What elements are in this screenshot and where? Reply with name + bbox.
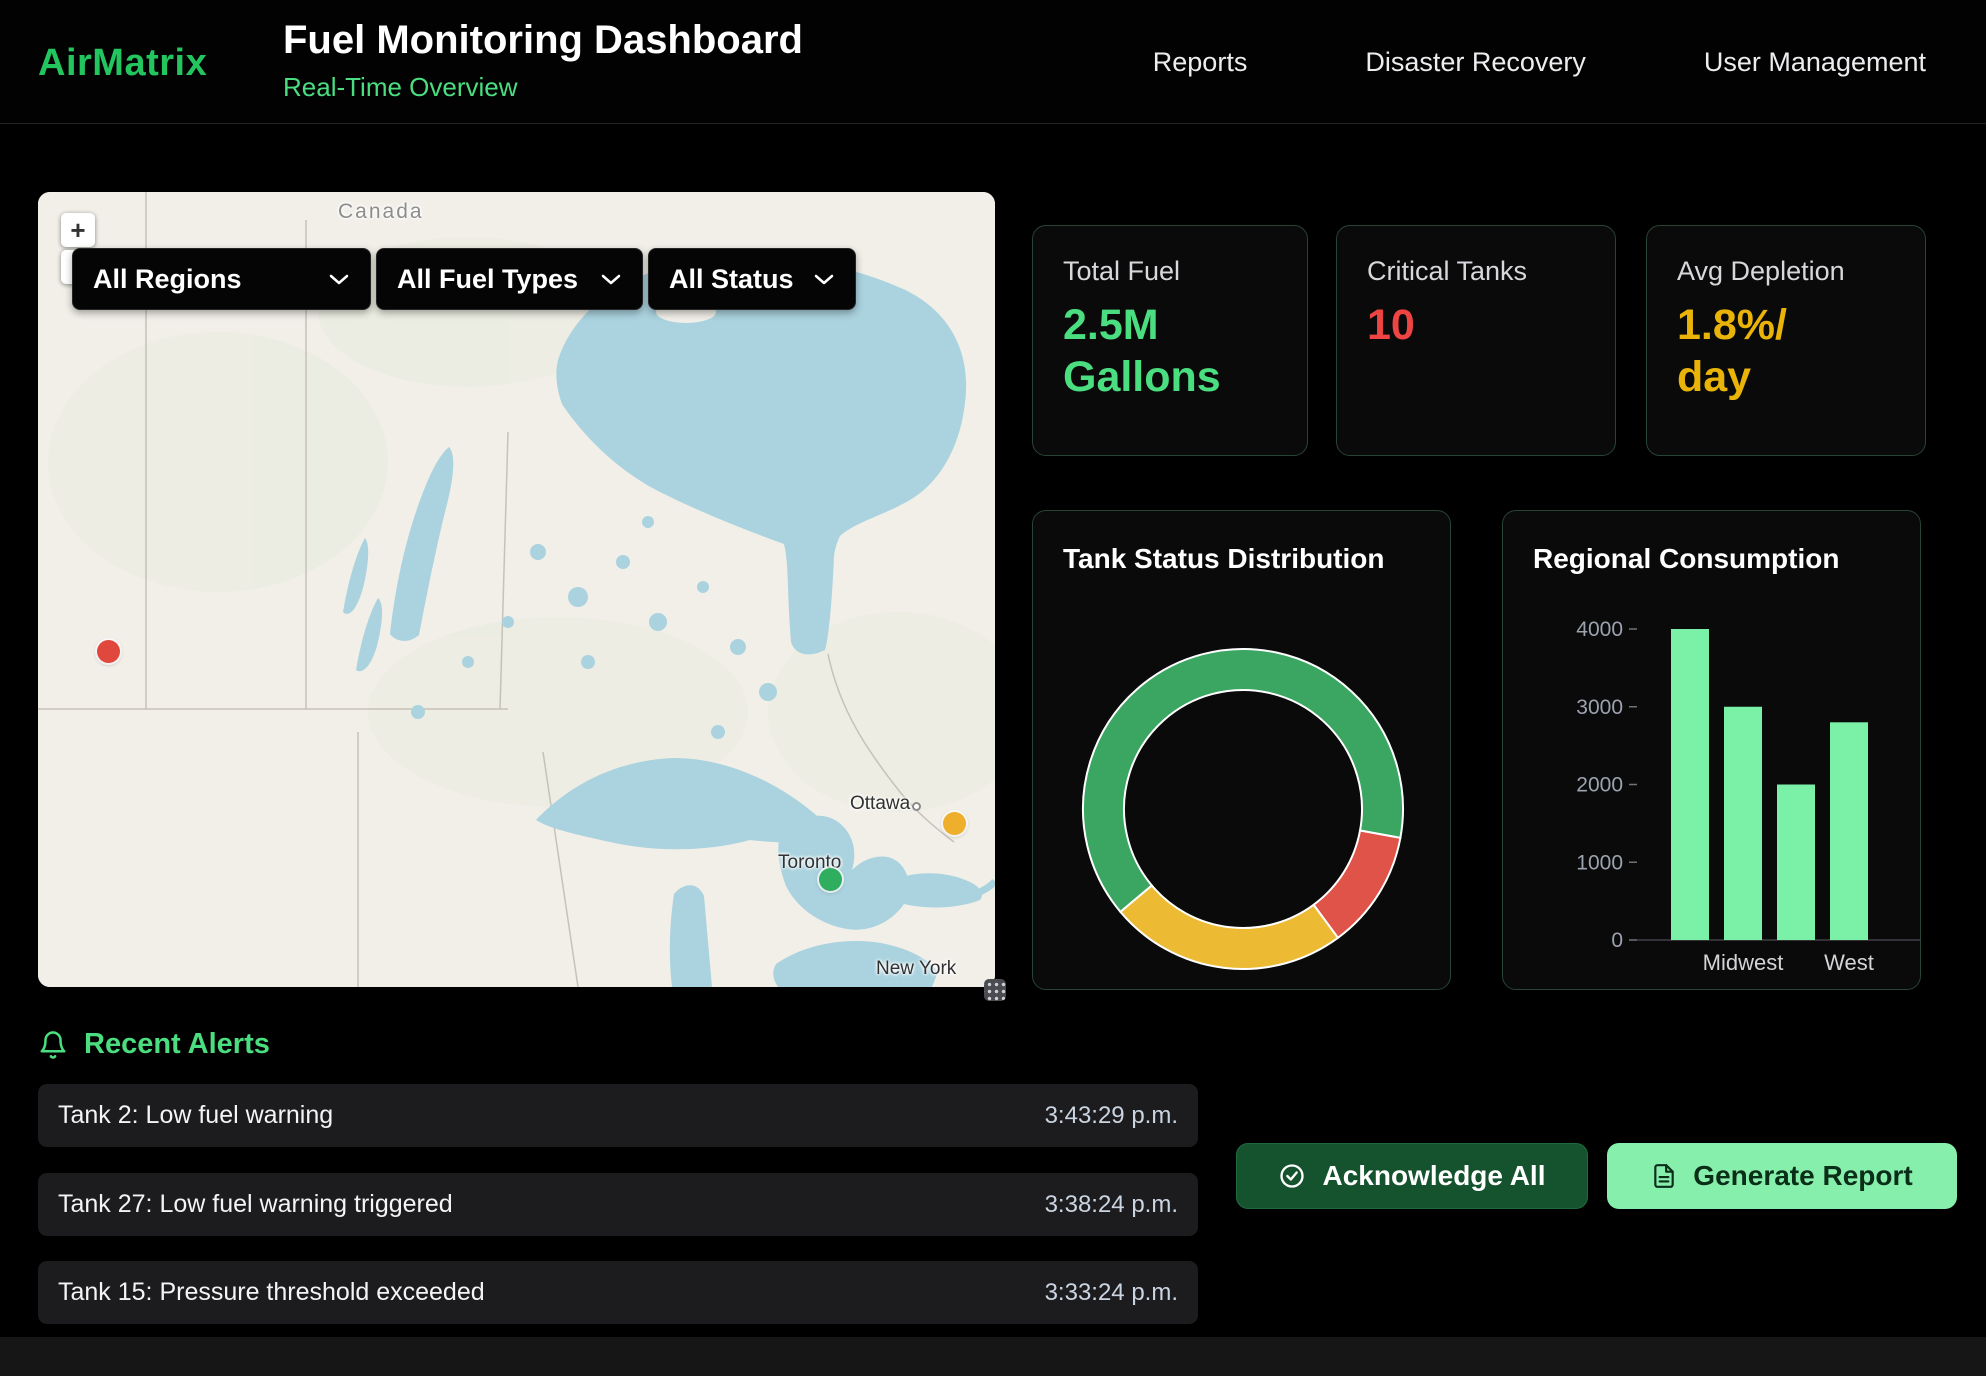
svg-text:4000: 4000 xyxy=(1576,618,1623,641)
fuel-type-filter-value: All Fuel Types xyxy=(397,264,578,295)
regional-consumption-chart-title: Regional Consumption xyxy=(1533,543,1839,575)
stat-card-total-fuel: Total Fuel 2.5M Gallons xyxy=(1032,225,1308,456)
ottawa-town-dot xyxy=(912,802,921,811)
tank-marker-warning[interactable] xyxy=(943,812,966,835)
alert-row[interactable]: Tank 15: Pressure threshold exceeded 3:3… xyxy=(38,1261,1198,1324)
tank-marker-critical[interactable] xyxy=(97,640,120,663)
alert-time: 3:38:24 p.m. xyxy=(1045,1191,1178,1219)
app: AirMatrix Fuel Monitoring Dashboard Real… xyxy=(0,0,1986,1376)
alerts-title: Recent Alerts xyxy=(84,1028,270,1061)
nav-disaster-recovery[interactable]: Disaster Recovery xyxy=(1365,47,1586,78)
svg-text:2000: 2000 xyxy=(1576,774,1623,797)
tank-marker-normal[interactable] xyxy=(819,868,842,891)
check-circle-icon xyxy=(1278,1162,1306,1190)
stat-label-avg-depletion: Avg Depletion xyxy=(1677,256,1845,287)
stat-label-total-fuel: Total Fuel xyxy=(1063,256,1180,287)
status-filter-value: All Status xyxy=(669,264,794,295)
title-block: Fuel Monitoring Dashboard Real-Time Over… xyxy=(283,18,803,103)
header: AirMatrix Fuel Monitoring Dashboard Real… xyxy=(0,0,1986,124)
report-file-icon xyxy=(1651,1163,1677,1189)
region-filter-value: All Regions xyxy=(93,264,242,295)
status-filter[interactable]: All Status xyxy=(648,248,856,310)
fuel-type-filter[interactable]: All Fuel Types xyxy=(376,248,643,310)
svg-text:West: West xyxy=(1824,950,1874,975)
tank-status-chart-title: Tank Status Distribution xyxy=(1063,543,1385,575)
alert-row[interactable]: Tank 2: Low fuel warning 3:43:29 p.m. xyxy=(38,1084,1198,1147)
chevron-down-icon xyxy=(328,273,350,286)
map-filters: All Regions All Fuel Types All Status xyxy=(72,248,856,310)
map-canvas xyxy=(38,192,995,987)
generate-report-label: Generate Report xyxy=(1693,1160,1912,1192)
acknowledge-all-label: Acknowledge All xyxy=(1322,1160,1545,1192)
logo: AirMatrix xyxy=(38,42,207,85)
acknowledge-all-button[interactable]: Acknowledge All xyxy=(1236,1143,1588,1209)
bottom-bar xyxy=(0,1337,1986,1376)
chevron-down-icon xyxy=(813,273,835,286)
region-filter[interactable]: All Regions xyxy=(72,248,371,310)
chevron-down-icon xyxy=(600,273,622,286)
alert-time: 3:33:24 p.m. xyxy=(1045,1279,1178,1307)
stat-value-total-fuel: 2.5M Gallons xyxy=(1063,300,1221,403)
regional-consumption-bar-chart: 0 1000 2000 3000 4000 Midwest West xyxy=(1531,615,1931,981)
svg-text:0: 0 xyxy=(1611,929,1623,952)
tank-status-card: Tank Status Distribution xyxy=(1032,510,1451,990)
map[interactable]: + All Regions All Fuel Types All Status … xyxy=(38,192,995,987)
map-resize-handle[interactable] xyxy=(984,979,1006,1001)
alert-message: Tank 15: Pressure threshold exceeded xyxy=(58,1278,485,1307)
svg-text:Midwest: Midwest xyxy=(1703,950,1784,975)
generate-report-button[interactable]: Generate Report xyxy=(1607,1143,1957,1209)
main-nav: Reports Disaster Recovery User Managemen… xyxy=(1153,0,1926,124)
svg-text:3000: 3000 xyxy=(1576,696,1623,719)
map-label-canada: Canada xyxy=(338,200,424,224)
map-label-ottawa: Ottawa xyxy=(850,793,910,815)
nav-user-management[interactable]: User Management xyxy=(1704,47,1926,78)
zoom-in-button[interactable]: + xyxy=(61,213,95,247)
stat-value-critical-tanks: 10 xyxy=(1367,300,1415,352)
alert-time: 3:43:29 p.m. xyxy=(1045,1102,1178,1130)
nav-reports[interactable]: Reports xyxy=(1153,47,1248,78)
alert-message: Tank 2: Low fuel warning xyxy=(58,1101,333,1130)
stat-label-critical-tanks: Critical Tanks xyxy=(1367,256,1527,287)
stat-value-avg-depletion: 1.8%/ day xyxy=(1677,300,1787,403)
page-title: Fuel Monitoring Dashboard xyxy=(283,18,803,63)
page-subtitle: Real-Time Overview xyxy=(283,72,803,103)
alert-row[interactable]: Tank 27: Low fuel warning triggered 3:38… xyxy=(38,1173,1198,1236)
bell-icon xyxy=(38,1030,68,1060)
zoom-in-label: + xyxy=(70,215,85,246)
svg-text:1000: 1000 xyxy=(1576,851,1623,874)
stat-card-critical-tanks: Critical Tanks 10 xyxy=(1336,225,1616,456)
alerts-header: Recent Alerts xyxy=(38,1028,270,1061)
regional-consumption-card: Regional Consumption 0 1000 2000 3000 4000 Mi… xyxy=(1502,510,1921,990)
alert-message: Tank 27: Low fuel warning triggered xyxy=(58,1190,453,1219)
map-label-new-york: New York xyxy=(876,958,956,980)
tank-status-donut-chart xyxy=(1073,639,1413,979)
stat-card-avg-depletion: Avg Depletion 1.8%/ day xyxy=(1646,225,1926,456)
